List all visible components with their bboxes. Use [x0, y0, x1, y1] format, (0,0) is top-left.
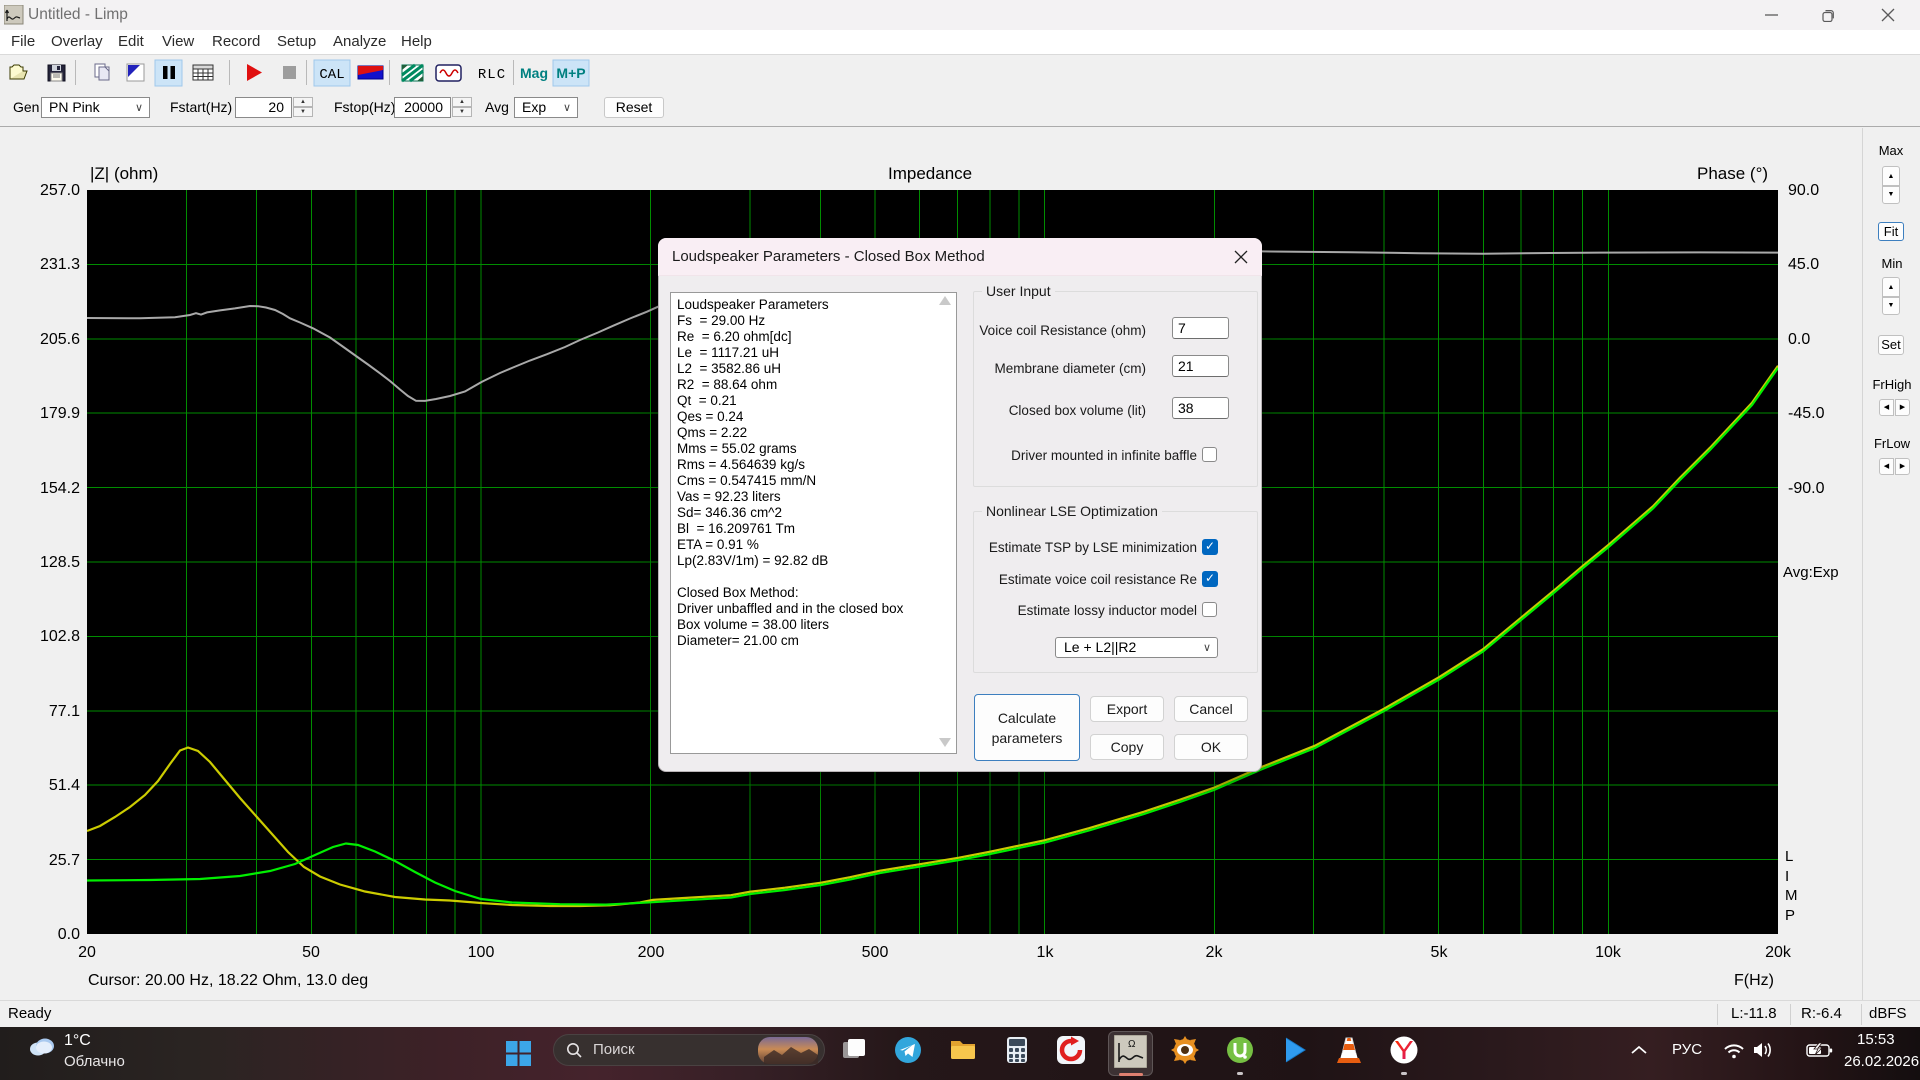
svg-text:CAL: CAL: [319, 67, 344, 83]
svg-text:Ω: Ω: [1128, 1039, 1136, 1050]
svg-text:RLC: RLC: [478, 67, 506, 83]
svg-text:Mag: Mag: [520, 65, 548, 81]
svg-text:M+P: M+P: [556, 65, 585, 81]
